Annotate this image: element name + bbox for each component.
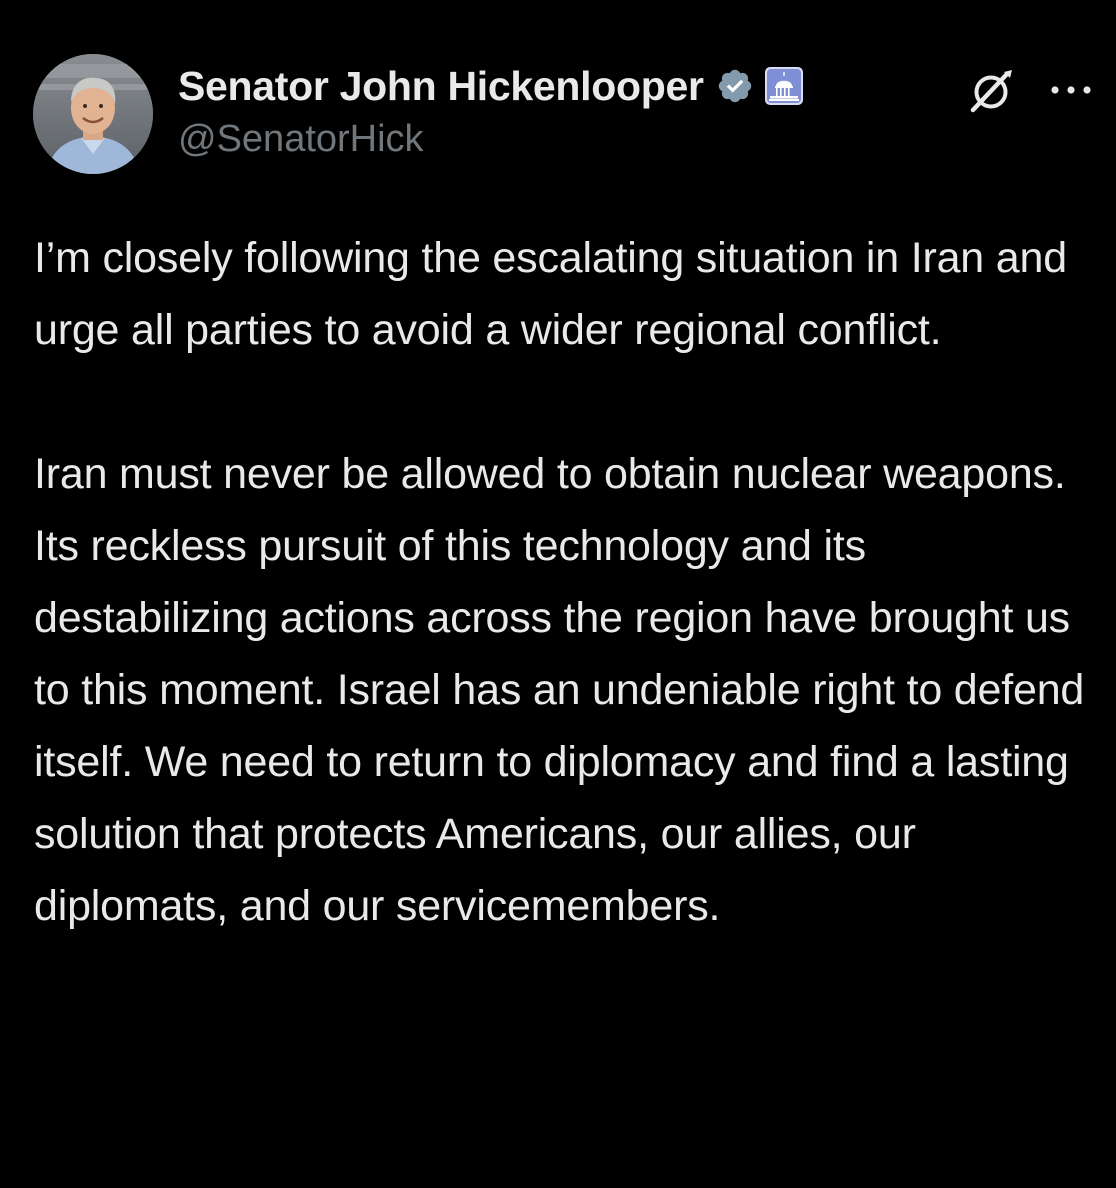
grok-icon[interactable] xyxy=(966,66,1016,116)
name-row: Senator John Hickenlooper xyxy=(178,58,804,114)
tweet-paragraph: I’m closely following the escalating sit… xyxy=(34,234,1067,354)
tweet-text: I’m closely following the escalating sit… xyxy=(34,222,1094,942)
tweet-paragraph: Iran must never be allowed to obtain nuc… xyxy=(34,450,1085,930)
capitol-building-icon xyxy=(764,66,804,106)
avatar[interactable] xyxy=(33,54,153,174)
avatar-photo xyxy=(33,54,153,174)
author-display-name[interactable]: Senator John Hickenlooper xyxy=(178,63,704,110)
author-handle[interactable]: @SenatorHick xyxy=(178,118,424,161)
more-options-icon[interactable] xyxy=(1046,70,1096,110)
verified-badge-icon[interactable] xyxy=(716,67,754,105)
tweet: Senator John Hickenlooper @SenatorHick I… xyxy=(0,0,1116,1188)
